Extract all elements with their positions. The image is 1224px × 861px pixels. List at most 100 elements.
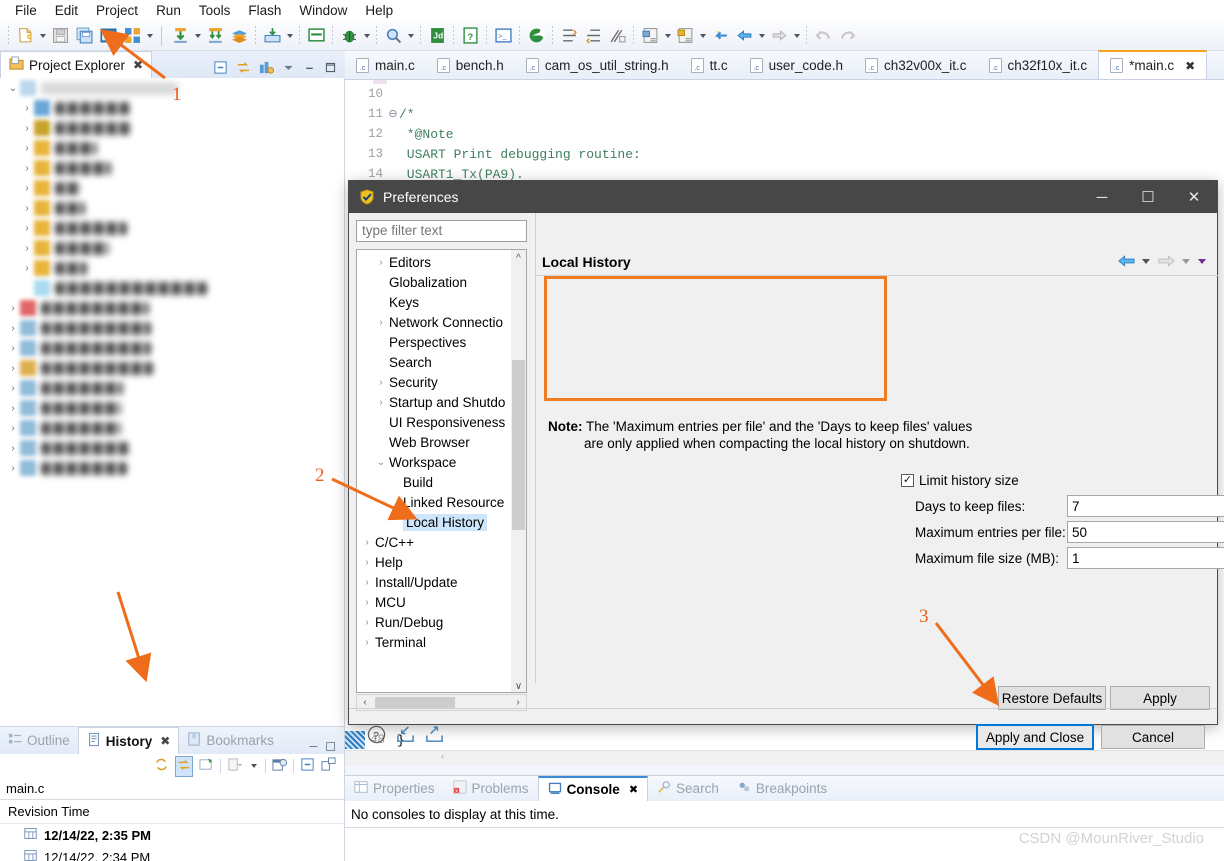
restore-defaults-button[interactable]: Restore Defaults: [998, 686, 1106, 710]
editor-tab-ch32f10x-itc[interactable]: .c ch32f10x_it.c: [978, 51, 1099, 79]
tree-item[interactable]: ›: [0, 218, 344, 238]
expander-closed-icon[interactable]: ›: [359, 537, 375, 548]
new-dropdown-caret[interactable]: [37, 25, 48, 47]
expander-closed-icon[interactable]: ›: [359, 617, 375, 628]
expander-closed-icon[interactable]: ›: [20, 263, 34, 274]
tab-search[interactable]: Search: [648, 776, 728, 801]
expander-closed-icon[interactable]: ›: [6, 363, 20, 374]
editor-tab-ch32v00x-itc[interactable]: .c ch32v00x_it.c: [854, 51, 978, 79]
tree-item[interactable]: [0, 278, 344, 298]
expander-closed-icon[interactable]: ›: [6, 303, 20, 314]
expander-closed-icon[interactable]: ›: [373, 377, 389, 388]
refresh-icon[interactable]: [154, 757, 169, 775]
tree-item[interactable]: ›: [0, 298, 344, 318]
javadoc-icon[interactable]: Jd: [426, 25, 448, 47]
tree-item[interactable]: ›: [0, 358, 344, 378]
close-icon[interactable]: ✖: [133, 58, 143, 72]
expander-closed-icon[interactable]: ›: [373, 397, 389, 408]
view-tab-history[interactable]: History ✖: [77, 727, 180, 754]
prev-annotation-icon[interactable]: [582, 25, 604, 47]
pref-tree-item-web-browser[interactable]: Web Browser: [357, 432, 526, 452]
minimize-button[interactable]: ─: [1079, 181, 1125, 213]
pref-tree-item-perspectives[interactable]: Perspectives: [357, 332, 526, 352]
help-icon[interactable]: ?: [367, 725, 386, 747]
editor-tab-cam-os-util-stringh[interactable]: .c cam_os_util_string.h: [515, 51, 680, 79]
tree-item[interactable]: ›: [0, 458, 344, 478]
download-icon[interactable]: [169, 25, 191, 47]
cancel-button[interactable]: Cancel: [1101, 725, 1205, 749]
close-icon[interactable]: ✖: [629, 783, 638, 796]
search-dropdown-caret[interactable]: [405, 25, 416, 47]
pref-tree-item-startup-and-shutdo[interactable]: › Startup and Shutdo: [357, 392, 526, 412]
limit-history-size-checkbox[interactable]: ✓: [901, 473, 914, 487]
new-project-icon[interactable]: </>: [97, 25, 119, 47]
preferences-tree[interactable]: › Editors Globalization Keys › Network Connec…: [356, 249, 527, 693]
pref-tree-item-terminal[interactable]: › Terminal: [357, 632, 526, 652]
expander-closed-icon[interactable]: ›: [373, 317, 389, 328]
tab-breakpoints[interactable]: Breakpoints: [728, 776, 836, 801]
dialog-titlebar[interactable]: Preferences ─ ☐ ✕: [349, 181, 1217, 213]
export-dropdown-caret[interactable]: [284, 25, 295, 47]
pref-tree-item-keys[interactable]: Keys: [357, 292, 526, 312]
editor-tab-benchh[interactable]: .c bench.h: [426, 51, 515, 79]
expander-closed-icon[interactable]: ›: [6, 343, 20, 354]
editor-tab-ttc[interactable]: .c tt.c: [680, 51, 739, 79]
tree-item[interactable]: ›: [0, 158, 344, 178]
tree-item[interactable]: ›: [0, 318, 344, 338]
max-file-size-input[interactable]: 1: [1067, 547, 1224, 569]
scroll-up-arrow[interactable]: ^: [511, 250, 526, 266]
pref-tree-item-workspace[interactable]: ⌄ Workspace: [357, 452, 526, 472]
view-tab-bookmarks[interactable]: Bookmarks: [179, 727, 282, 754]
menu-item-run[interactable]: Run: [147, 1, 190, 20]
maximize-icon[interactable]: ☐: [325, 740, 336, 754]
expander-closed-icon[interactable]: ›: [6, 443, 20, 454]
menu-item-window[interactable]: Window: [290, 1, 356, 20]
tree-item[interactable]: ›: [0, 258, 344, 278]
save-all-icon[interactable]: [73, 25, 95, 47]
forward-caret[interactable]: [791, 25, 802, 47]
pref-tree-item-security[interactable]: › Security: [357, 372, 526, 392]
fold-collapse-icon[interactable]: ⊖: [387, 107, 399, 121]
save-icon[interactable]: [49, 25, 71, 47]
back-caret[interactable]: [1139, 251, 1153, 271]
download-all-icon[interactable]: [204, 25, 226, 47]
apply-button[interactable]: Apply: [1110, 686, 1210, 710]
tree-item[interactable]: ›: [0, 378, 344, 398]
menu-item-edit[interactable]: Edit: [46, 1, 87, 20]
link-with-editor-icon[interactable]: [175, 755, 193, 777]
expander-closed-icon[interactable]: ›: [373, 257, 389, 268]
view-filters-icon[interactable]: [259, 60, 274, 78]
collapse-all-icon[interactable]: [213, 60, 228, 78]
maximize-icon[interactable]: [324, 61, 337, 77]
group-by-date-icon[interactable]: [272, 757, 287, 775]
back-caret[interactable]: [756, 25, 767, 47]
debug-dropdown-caret[interactable]: [361, 25, 372, 47]
menu-item-tools[interactable]: Tools: [190, 1, 240, 20]
back-icon[interactable]: [733, 25, 755, 47]
expander-closed-icon[interactable]: ›: [359, 597, 375, 608]
undo-icon[interactable]: [812, 25, 834, 47]
download-dropdown-caret[interactable]: [192, 25, 203, 47]
editor-horizontal-scrollbar[interactable]: ‹: [345, 750, 1224, 766]
pin-icon[interactable]: [199, 757, 214, 775]
open-type-icon[interactable]: [639, 25, 661, 47]
menu-item-file[interactable]: File: [6, 1, 46, 20]
close-icon[interactable]: ✖: [160, 734, 170, 748]
tree-item[interactable]: ›: [0, 438, 344, 458]
tree-item[interactable]: ›: [0, 398, 344, 418]
apply-and-close-button[interactable]: Apply and Close: [976, 724, 1094, 750]
pref-tree-item-linked-resource[interactable]: Linked Resource: [357, 492, 526, 512]
expander-closed-icon[interactable]: ›: [20, 183, 34, 194]
editor-tab-user-codeh[interactable]: .c user_code.h: [739, 51, 854, 79]
tree-item[interactable]: ›: [0, 198, 344, 218]
minimize-icon[interactable]: ─: [309, 741, 317, 753]
pref-tree-item-local-history[interactable]: Local History: [357, 512, 526, 532]
limit-history-size-row[interactable]: ✓ Limit history size: [901, 469, 1019, 491]
list-item[interactable]: 12/14/22, 2:35 PM: [0, 824, 344, 846]
back-icon[interactable]: [1115, 251, 1137, 271]
list-item[interactable]: 12/14/22, 2:34 PM: [0, 846, 344, 861]
export-preferences-icon[interactable]: [425, 725, 444, 747]
redo-icon[interactable]: [836, 25, 858, 47]
view-menu-caret[interactable]: [1195, 251, 1209, 271]
tree-vertical-scrollbar[interactable]: ^ ∨: [511, 250, 526, 692]
